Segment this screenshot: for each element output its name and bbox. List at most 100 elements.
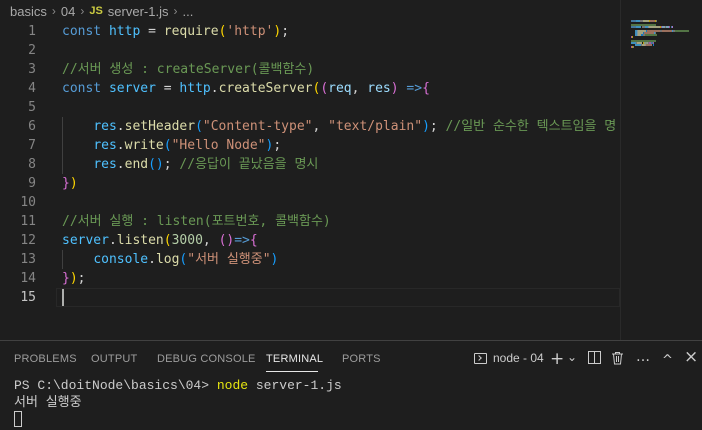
breadcrumb-folder-basics[interactable]: basics — [10, 4, 47, 19]
tab-output[interactable]: OUTPUT — [91, 353, 137, 365]
code-token: //응답이 끝났음을 명시 — [179, 157, 319, 172]
code-token: . — [148, 252, 156, 267]
bottom-panel: PROBLEMS OUTPUT DEBUG CONSOLE TERMINAL P… — [0, 340, 702, 430]
tab-problems[interactable]: PROBLEMS — [14, 353, 77, 365]
code-token: } — [62, 271, 70, 286]
code-text: res.setHeader("Content-type", "text/plai… — [62, 117, 616, 136]
minimap-token — [634, 44, 641, 46]
code-token: //서버 생성 : createServer(콜백함수) — [62, 62, 315, 77]
line-number: 1 — [28, 24, 36, 39]
code-token: 3000 — [171, 233, 203, 248]
close-panel-icon[interactable]: × — [684, 349, 698, 366]
minimap-token — [631, 36, 633, 38]
code-token: "서버 실행중" — [187, 252, 271, 267]
code-line[interactable]: 15 — [0, 288, 620, 307]
code-token: http — [108, 24, 141, 39]
code-token: ) — [270, 252, 279, 267]
code-line[interactable]: 10 — [0, 193, 620, 212]
code-token: write — [124, 138, 164, 153]
code-token: server — [62, 233, 109, 248]
code-token: http — [179, 81, 211, 96]
code-token: server — [108, 81, 156, 96]
line-number: 15 — [20, 290, 36, 305]
code-line[interactable]: 5 — [0, 98, 620, 117]
tab-ports[interactable]: PORTS — [342, 353, 381, 365]
code-line[interactable]: 1 const http = require('http'); — [0, 22, 620, 41]
code-token: ( — [195, 119, 203, 134]
text-cursor — [62, 289, 64, 306]
code-line[interactable]: 3 //서버 생성 : createServer(콜백함수) — [0, 60, 620, 79]
terminal-selector[interactable]: node - 04 — [474, 351, 544, 365]
code-token: ( — [163, 233, 172, 248]
code-editor[interactable]: 1 const http = require('http'); 2 3//서버 생성 … — [0, 22, 620, 340]
code-line[interactable]: 14}); — [0, 269, 620, 288]
trash-icon[interactable] — [611, 351, 624, 369]
code-token: console — [93, 252, 149, 267]
code-line[interactable]: 2 — [0, 41, 620, 60]
minimap[interactable] — [620, 0, 702, 340]
tab-terminal[interactable]: TERMINAL — [266, 353, 323, 365]
code-token: { — [249, 233, 258, 248]
current-line-highlight — [56, 288, 620, 307]
code-token: . — [116, 157, 125, 172]
breadcrumb-file[interactable]: server-1.js — [108, 4, 169, 19]
line-number: 9 — [28, 176, 36, 191]
code-token: => — [406, 81, 423, 96]
breadcrumb-more[interactable]: ... — [182, 4, 193, 19]
code-token: ; — [429, 119, 446, 134]
js-file-icon: JS — [89, 5, 103, 17]
line-number: 11 — [20, 214, 36, 229]
code-token: setHeader — [124, 119, 196, 134]
code-token: const — [62, 81, 102, 96]
code-token: ; — [281, 24, 290, 39]
code-line[interactable]: 7 res.write("Hello Node"); — [0, 136, 620, 155]
code-line[interactable]: 9}) — [0, 174, 620, 193]
line-number: 13 — [20, 252, 36, 267]
code-text: }) — [62, 174, 78, 193]
minimap-token — [656, 20, 658, 22]
code-token: ) — [69, 176, 78, 191]
breadcrumb: basics › 04 › JS server-1.js › ... — [0, 0, 702, 22]
code-line[interactable]: 11 //서버 실행 : listen(포트번호, 콜백함수) — [0, 212, 620, 231]
code-text: //서버 생성 : createServer(콜백함수) — [62, 60, 314, 79]
code-text: //서버 실행 : listen(포트번호, 콜백함수) — [62, 212, 331, 231]
code-token: . — [108, 233, 117, 248]
code-token: { — [422, 81, 430, 96]
line-number: 6 — [28, 119, 36, 134]
terminal-command: node — [216, 378, 249, 393]
terminal-argument: server-1.js — [248, 378, 342, 393]
split-terminal-icon[interactable] — [588, 351, 601, 368]
code-line[interactable]: 8 res.end(); //응답이 끝났음을 명시 — [0, 155, 620, 174]
maximize-panel-icon[interactable]: ^ — [662, 353, 673, 369]
add-terminal-icon[interactable]: + — [550, 351, 564, 368]
line-number: 5 — [28, 100, 36, 115]
minimap-token — [661, 30, 673, 32]
line-number: 8 — [28, 157, 36, 172]
terminal-output[interactable]: PS C:\doitNode\basics\04> node server-1.… — [14, 377, 342, 430]
minimap-token — [645, 44, 653, 46]
line-number: 14 — [20, 271, 36, 286]
code-token: require — [163, 24, 219, 39]
code-line[interactable]: 12 server.listen(3000, ()=>{ — [0, 231, 620, 250]
code-token: () — [218, 233, 235, 248]
tab-debug-console[interactable]: DEBUG CONSOLE — [157, 353, 256, 365]
code-token: "Hello Node" — [171, 138, 266, 153]
minimap-token — [636, 26, 642, 28]
code-token: ( — [320, 81, 329, 96]
code-token: , — [202, 233, 219, 248]
code-line[interactable]: 4 const server = http.createServer((req, … — [0, 79, 620, 98]
terminal-cursor — [14, 411, 22, 427]
code-token: } — [62, 176, 70, 191]
code-line[interactable]: 6 res.setHeader("Content-type", "text/pl… — [0, 117, 620, 136]
code-token: = — [155, 81, 180, 96]
line-number: 12 — [20, 233, 36, 248]
code-token: ) — [390, 81, 399, 96]
breadcrumb-folder-04[interactable]: 04 — [61, 4, 75, 19]
more-actions-icon[interactable]: … — [636, 349, 650, 365]
code-token: 'http' — [226, 24, 274, 39]
code-line[interactable]: 13 console.log("서버 실행중") — [0, 250, 620, 269]
chevron-down-icon[interactable]: ⌄ — [567, 349, 577, 365]
